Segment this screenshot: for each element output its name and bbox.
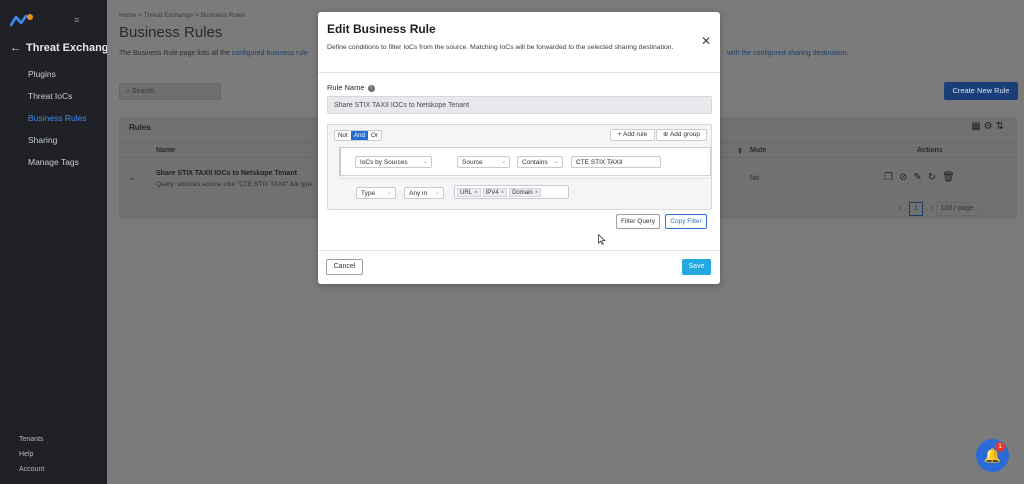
save-button[interactable]: Save xyxy=(682,259,711,275)
chevron-down-icon: ⌄ xyxy=(422,159,428,165)
rule-row-type: Type ⌄ Any in ⌄ URL × IPV4 × Domain × xyxy=(339,178,711,207)
rule-name-label: Rule Name i xyxy=(327,83,375,92)
collapse-menu-icon[interactable]: ≡ xyxy=(74,15,79,25)
add-rule-button[interactable]: + Add rule xyxy=(610,129,655,141)
sidebar-bottom-links: Tenants Help Account xyxy=(19,436,44,481)
add-group-button[interactable]: ⊕ Add group xyxy=(656,129,707,141)
sidebar-item-help[interactable]: Help xyxy=(19,451,44,466)
chevron-down-icon: ⌄ xyxy=(386,190,392,196)
copy-icon[interactable]: ❐ xyxy=(884,172,899,183)
page-description: The Business Rule page lists all the con… xyxy=(119,50,308,57)
sidebar-item-manage-tags[interactable]: Manage Tags xyxy=(28,156,87,178)
breadcrumb-threat-exchange[interactable]: Threat Exchange xyxy=(144,12,194,19)
plus-circle-icon: ⊕ xyxy=(663,131,670,138)
sidebar-item-business-rules[interactable]: Business Rules xyxy=(28,112,87,134)
chevron-down-icon: ⌄ xyxy=(500,159,506,165)
type-tags-select[interactable]: URL × IPV4 × Domain × xyxy=(454,185,569,199)
column-header-name: Name xyxy=(156,147,176,154)
info-icon[interactable]: i xyxy=(367,85,375,92)
next-page-icon[interactable]: › xyxy=(931,205,933,212)
sidebar-item-tenants[interactable]: Tenants xyxy=(19,436,44,451)
create-new-rule-button[interactable]: Create New Rule xyxy=(944,82,1018,100)
type-operator-select[interactable]: Any in ⌄ xyxy=(404,187,444,199)
pagination: ‹ 1 › 100 / page xyxy=(899,202,982,216)
sidebar-nav: Plugins Threat IoCs Business Rules Shari… xyxy=(28,68,87,178)
subfield-select[interactable]: Source ⌄ xyxy=(457,156,510,168)
page-size-select[interactable]: 100 / page xyxy=(935,202,982,216)
settings-gear-icon[interactable]: ⚙ xyxy=(984,121,996,132)
back-arrow-icon: ← xyxy=(10,42,21,54)
edit-pencil-icon[interactable]: ✎ xyxy=(913,172,927,183)
tag-url: URL × xyxy=(457,188,481,197)
copy-filter-button[interactable]: Copy Filter xyxy=(665,214,707,229)
remove-tag-icon[interactable]: × xyxy=(535,190,539,196)
sort-icon[interactable]: ⇅ xyxy=(996,121,1007,132)
delete-trash-icon[interactable]: 🗑 xyxy=(942,172,961,183)
combinator-not[interactable]: Not xyxy=(335,131,351,140)
combinator-toggle: Not And Or xyxy=(334,130,383,141)
remove-tag-icon[interactable]: × xyxy=(474,190,478,196)
modal-description: Define conditions to filter IoCs from th… xyxy=(327,44,674,51)
sharing-destination-link[interactable]: with the configured sharing destination. xyxy=(727,50,848,57)
panel-toolbar: ▦⚙⇅ xyxy=(971,121,1007,132)
page-number-current[interactable]: 1 xyxy=(909,202,924,216)
modal-title: Edit Business Rule xyxy=(327,22,436,36)
field-select[interactable]: IoCs by Sources ⌄ xyxy=(355,156,432,168)
sidebar-item-threat-iocs[interactable]: Threat IoCs xyxy=(28,90,87,112)
rule-name: Share STIX TAXII IOCs to Netskope Tenant xyxy=(156,170,297,177)
prev-page-icon[interactable]: ‹ xyxy=(899,205,901,212)
row-actions: ❐⊘✎↻🗑 xyxy=(884,172,961,183)
combinator-or[interactable]: Or xyxy=(368,131,381,140)
edit-business-rule-modal: Edit Business Rule ✕ Define conditions t… xyxy=(318,12,720,284)
modal-footer-divider xyxy=(318,250,720,251)
tag-domain: Domain × xyxy=(509,188,542,197)
combinator-and[interactable]: And xyxy=(350,131,369,140)
rule-mute-status: No xyxy=(750,175,759,182)
cancel-button[interactable]: Cancel xyxy=(326,259,363,275)
notification-count-badge: 1 xyxy=(995,442,1005,452)
column-header-mute: Mute xyxy=(750,147,767,154)
sidebar: ≡ ← Threat Exchange Plugins Threat IoCs B… xyxy=(0,0,115,484)
operator-select[interactable]: Contains ⌄ xyxy=(517,156,563,168)
back-to-threat-exchange[interactable]: ← Threat Exchange xyxy=(10,42,115,54)
search-input[interactable]: ⌕ Search xyxy=(119,83,221,100)
sidebar-item-plugins[interactable]: Plugins xyxy=(28,68,87,90)
remove-tag-icon[interactable]: × xyxy=(501,190,505,196)
rule-row-source: IoCs by Sources ⌄ Source ⌄ Contains ⌄ CTE S… xyxy=(339,147,711,176)
rule-name-field[interactable]: Share STIX TAXII IOCs to Netskope Tenant xyxy=(327,96,712,114)
mouse-cursor-icon xyxy=(598,234,606,245)
mute-icon[interactable]: ⊘ xyxy=(899,172,913,183)
sort-arrows-icon[interactable]: ⇕ xyxy=(737,147,743,155)
sync-icon[interactable]: ↻ xyxy=(928,172,942,183)
netskope-logo-icon[interactable] xyxy=(10,13,34,27)
breadcrumb: Home > Threat Exchange > Business Rules xyxy=(119,12,246,19)
modal-divider xyxy=(318,72,720,73)
rules-heading: Rules xyxy=(129,123,151,132)
configured-business-rule-link[interactable]: configured business rule xyxy=(232,50,308,57)
type-field-select[interactable]: Type ⌄ xyxy=(356,187,396,199)
sidebar-item-account[interactable]: Account xyxy=(19,466,44,481)
grid-view-icon[interactable]: ▦ xyxy=(971,121,983,132)
value-input[interactable]: CTE STIX TAXII xyxy=(571,156,661,168)
chevron-down-icon: ⌄ xyxy=(553,159,559,165)
filter-query-button[interactable]: Filter Query xyxy=(616,214,660,229)
breadcrumb-business-rules: Business Rules xyxy=(200,12,246,19)
breadcrumb-home[interactable]: Home xyxy=(119,12,136,19)
sidebar-item-sharing[interactable]: Sharing xyxy=(28,134,87,156)
chevron-down-icon: ⌄ xyxy=(434,190,440,196)
tag-ipv4: IPV4 × xyxy=(482,188,508,197)
rule-query: Query: sources.source Like "CTE STIX TAX… xyxy=(156,181,313,188)
page-title: Business Rules xyxy=(119,24,223,41)
expand-row-chevron-icon[interactable]: ⌄ xyxy=(129,173,136,182)
query-builder: Not And Or + Add rule ⊕ Add group IoCs b… xyxy=(327,124,712,210)
column-header-actions: Actions xyxy=(917,147,943,154)
page-description-tail: with the configured sharing destination. xyxy=(727,50,848,57)
